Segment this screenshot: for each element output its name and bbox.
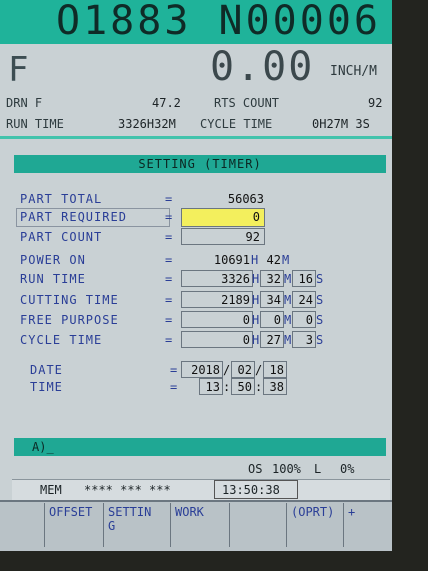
date-separator: / (255, 363, 263, 377)
part-total-value: 56063 (227, 192, 264, 206)
time-separator: : (223, 380, 231, 394)
time-minute[interactable]: 50 (231, 380, 252, 394)
run-time-minutes[interactable]: 32 (260, 272, 281, 286)
minute-unit: M (284, 293, 292, 307)
run-time-value: 3326H32M (118, 117, 176, 131)
key-input-line[interactable] (14, 438, 386, 456)
feed-unit: INCH/M (330, 64, 377, 79)
hour-unit: H (252, 333, 260, 347)
softkey-label: SETTIN G (108, 505, 152, 533)
parts-count-value: 92 (368, 96, 383, 110)
softkey-divider (0, 500, 392, 502)
part-required-value[interactable]: 0 (182, 210, 260, 224)
date-month[interactable]: 02 (231, 363, 252, 377)
second-unit: S (316, 272, 324, 286)
eq-sign: = (165, 272, 173, 286)
date-year[interactable]: 2018 (182, 363, 220, 377)
feed-value: 0.00 (210, 44, 315, 90)
run-time-row-label[interactable]: RUN TIME (20, 272, 86, 286)
eq-sign: = (165, 293, 173, 307)
drn-value: 47.2 (152, 96, 181, 110)
cutting-time-label[interactable]: CUTTING TIME (20, 293, 119, 307)
eq-sign: = (165, 210, 173, 224)
cnc-screen: O1883 N00006 F 0.00 INCH/M DRN F 47.2 RT… (0, 0, 392, 551)
cycle-time-minutes[interactable]: 27 (260, 333, 281, 347)
cycle-time-hours[interactable]: 0 (182, 333, 250, 347)
softkey-offset[interactable]: OFFSET (44, 503, 103, 547)
run-time-seconds[interactable]: 16 (292, 272, 313, 286)
time-second[interactable]: 38 (263, 380, 284, 394)
second-unit: S (316, 313, 324, 327)
minute-unit: M (282, 253, 290, 267)
part-required-label[interactable]: PART REQUIRED (20, 210, 127, 224)
hour-unit: H (252, 293, 260, 307)
hour-unit: H (252, 313, 260, 327)
time-label[interactable]: TIME (30, 380, 63, 394)
run-time-label: RUN TIME (6, 117, 64, 131)
power-on-hours: 10691 (213, 253, 250, 267)
cycle-time-seconds[interactable]: 3 (292, 333, 313, 347)
softkey-next[interactable]: + (343, 503, 392, 547)
cycle-time-label: CYCLE TIME (200, 117, 273, 131)
panel-title: SETTING (TIMER) (14, 155, 386, 173)
softkey-blank[interactable] (229, 503, 286, 547)
second-unit: S (316, 333, 324, 347)
run-time-hours[interactable]: 3326 (182, 272, 250, 286)
program-number: O1883 N00006 (56, 0, 381, 44)
cycle-time-row-label[interactable]: CYCLE TIME (20, 333, 102, 347)
mode-status-bar (12, 479, 390, 500)
eq-sign: = (165, 192, 173, 206)
date-day[interactable]: 18 (263, 363, 284, 377)
clock: 13:50:38 (222, 483, 280, 497)
load-value: 0% (340, 462, 355, 476)
eq-sign: = (165, 230, 173, 244)
part-total-label: PART TOTAL (20, 192, 103, 206)
key-input-prompt: A)_ (32, 440, 54, 454)
free-purpose-label[interactable]: FREE PURPOSE (20, 313, 119, 327)
operation-mode: MEM (40, 483, 62, 497)
softkey-operation[interactable]: (OPRT) (286, 503, 343, 547)
power-on-minutes: 42 (266, 253, 281, 267)
softkey-label: OFFSET (49, 505, 93, 519)
override-label: OS (248, 462, 263, 476)
load-label: L (314, 462, 322, 476)
free-purpose-hours[interactable]: 0 (182, 313, 250, 327)
eq-sign: = (170, 363, 178, 377)
cutting-time-hours[interactable]: 2189 (182, 293, 250, 307)
program-number-bar: O1883 N00006 (0, 0, 392, 44)
eq-sign: = (170, 380, 178, 394)
hour-unit: H (251, 253, 259, 267)
eq-sign: = (165, 313, 173, 327)
free-purpose-minutes[interactable]: 0 (260, 313, 281, 327)
part-count-value[interactable]: 92 (182, 230, 260, 244)
divider (0, 136, 392, 139)
status-stars: **** *** *** (84, 483, 171, 497)
power-on-label: POWER ON (20, 253, 86, 267)
softkey-label: (OPRT) (291, 505, 335, 519)
free-purpose-seconds[interactable]: 0 (292, 313, 313, 327)
date-label[interactable]: DATE (30, 363, 63, 377)
time-hour[interactable]: 13 (199, 380, 220, 394)
softkey-work[interactable]: WORK (170, 503, 229, 547)
date-separator: / (223, 363, 231, 377)
hour-unit: H (252, 272, 260, 286)
mode-indicator: F (8, 50, 29, 90)
second-unit: S (316, 293, 324, 307)
part-count-label[interactable]: PART COUNT (20, 230, 102, 244)
parts-count-label: RTS COUNT (214, 96, 280, 110)
minute-unit: M (284, 313, 292, 327)
eq-sign: = (165, 333, 173, 347)
softkey-setting[interactable]: SETTIN G (103, 503, 170, 547)
drn-label: DRN F (6, 96, 43, 110)
minute-unit: M (284, 272, 292, 286)
softkey-label: WORK (175, 505, 204, 519)
cutting-time-seconds[interactable]: 24 (292, 293, 313, 307)
time-separator: : (255, 380, 263, 394)
eq-sign: = (165, 253, 173, 267)
softkey-label: + (348, 505, 356, 519)
minute-unit: M (284, 333, 292, 347)
cycle-time-value: 0H27M 3S (312, 117, 370, 131)
override-value: 100% (272, 462, 301, 476)
cutting-time-minutes[interactable]: 34 (260, 293, 281, 307)
